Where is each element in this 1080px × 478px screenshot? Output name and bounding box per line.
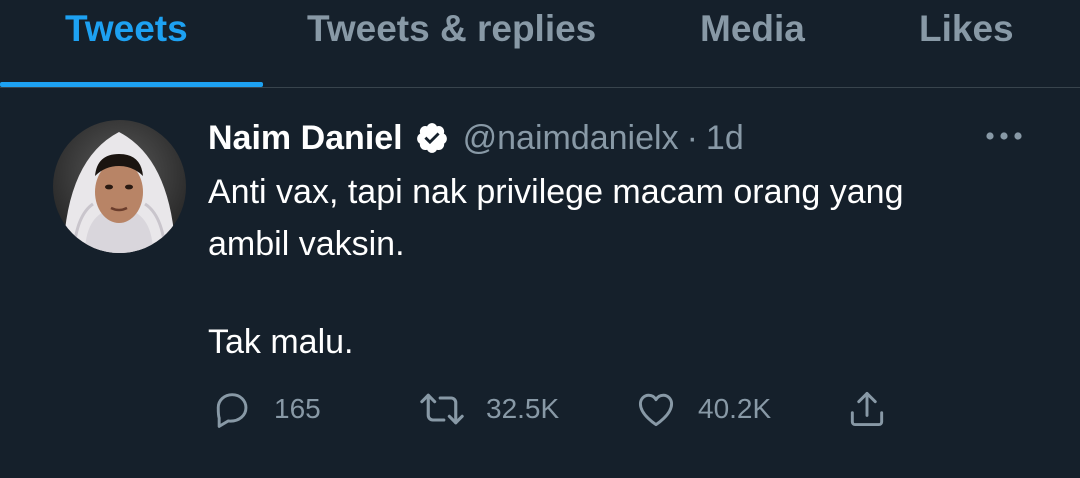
- retweet-button[interactable]: 32.5K: [418, 386, 559, 432]
- tweet-text-line: Tak malu.: [208, 323, 354, 361]
- tab-media[interactable]: Media: [700, 8, 805, 50]
- like-button[interactable]: 40.2K: [634, 386, 771, 432]
- avatar[interactable]: [53, 120, 186, 253]
- profile-tabs: Tweets Tweets & replies Media Likes: [0, 0, 1080, 88]
- retweet-count: 32.5K: [486, 393, 560, 424]
- active-tab-indicator: [0, 82, 263, 87]
- tab-tweets-and-replies[interactable]: Tweets & replies: [307, 8, 596, 50]
- more-dots-icon[interactable]: [984, 126, 1024, 146]
- verified-badge-icon: [415, 121, 449, 155]
- reply-button[interactable]: 165: [210, 386, 321, 432]
- tweet-timestamp[interactable]: 1d: [706, 119, 744, 158]
- like-count: 40.2K: [698, 393, 772, 424]
- tweet-text-line: Anti vax, tapi nak privilege macam orang…: [208, 173, 904, 211]
- tab-likes[interactable]: Likes: [919, 8, 1014, 50]
- tweet-actions: 165 32.5K 40.2K: [0, 386, 1080, 432]
- author-name[interactable]: Naim Daniel: [208, 119, 403, 158]
- author-handle[interactable]: @naimdanielx: [463, 119, 679, 158]
- reply-icon: [210, 387, 254, 431]
- separator-dot: ·: [686, 118, 698, 157]
- share-icon: [845, 387, 889, 431]
- heart-icon: [634, 387, 678, 431]
- reply-count: 165: [274, 393, 321, 424]
- retweet-icon: [418, 387, 466, 431]
- tweet-text-line: ambil vaksin.: [208, 225, 405, 263]
- share-button[interactable]: [845, 386, 889, 432]
- tab-tweets[interactable]: Tweets: [65, 8, 188, 50]
- tweet-header: Naim Daniel @naimdanielx · 1d: [208, 115, 744, 161]
